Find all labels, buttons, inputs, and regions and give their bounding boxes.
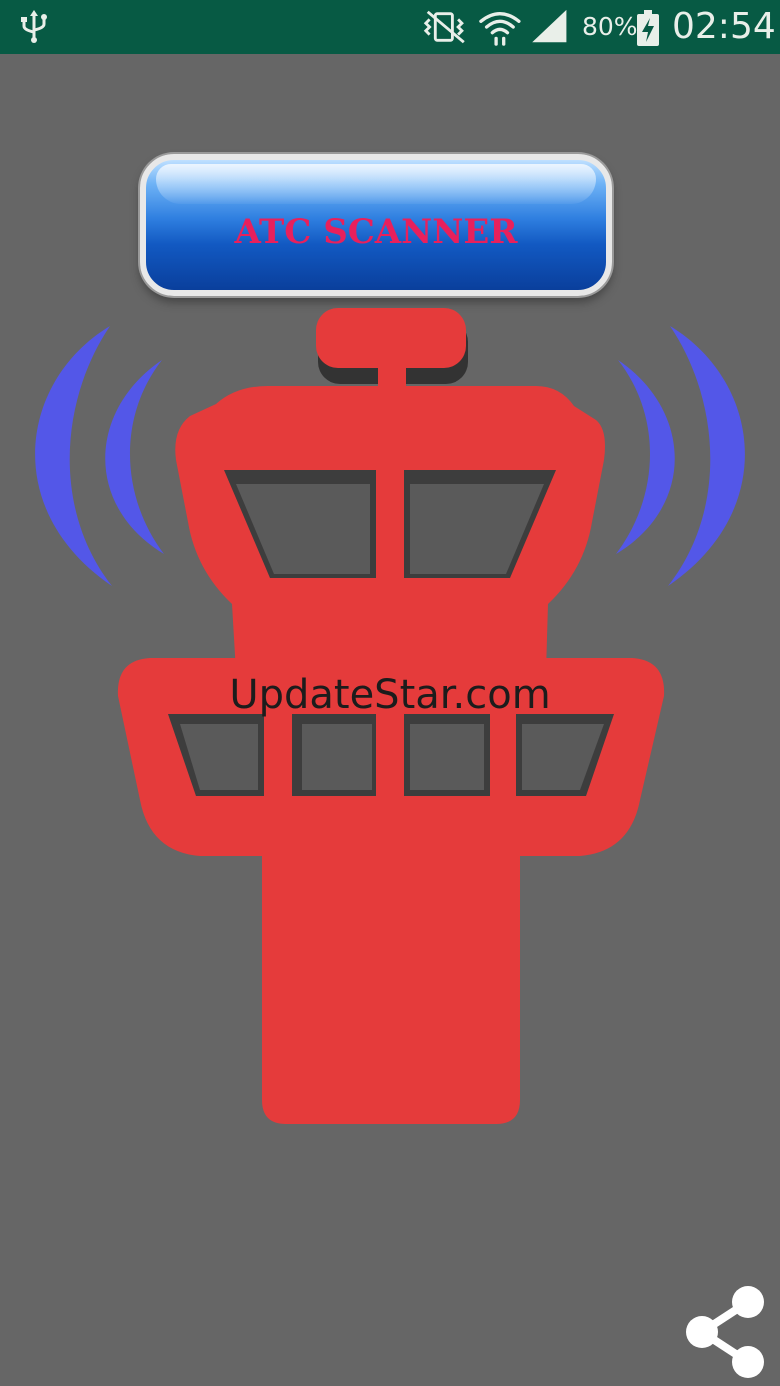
control-tower-illustration (35, 308, 745, 1124)
wifi-icon (479, 12, 521, 46)
share-icon[interactable] (680, 1282, 770, 1380)
radio-waves-right (616, 326, 745, 586)
tower-shaft (262, 840, 520, 1124)
vibrate-mute-icon (423, 10, 465, 44)
usb-icon (21, 10, 47, 43)
tower-upper-cab (175, 386, 606, 672)
battery-charging-icon (637, 10, 659, 46)
status-bar: 80% 02:54 (0, 0, 780, 54)
signal-icon (532, 9, 567, 43)
atc-scanner-label: ATC SCANNER (234, 212, 518, 252)
clock: 02:54 (672, 6, 776, 47)
watermark-text: UpdateStar.com (229, 672, 551, 718)
status-icons (423, 9, 567, 46)
battery-percent: 80% (582, 12, 638, 41)
radio-waves-left (35, 326, 164, 586)
atc-scanner-button[interactable]: ATC SCANNER (140, 154, 612, 296)
